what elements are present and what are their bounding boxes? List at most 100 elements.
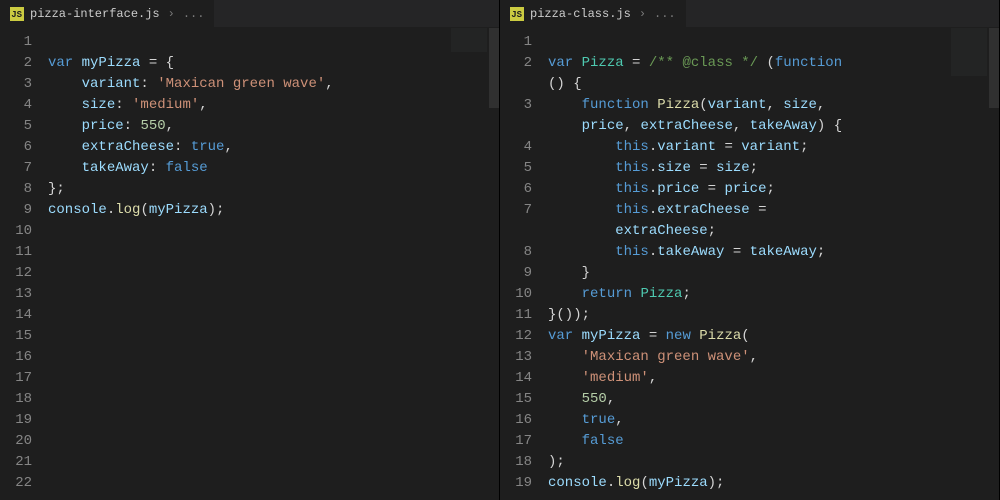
- editor-pane-right: JS pizza-class.js › ... 1234567891011121…: [500, 0, 1000, 500]
- code-line[interactable]: price, extraCheese, takeAway) {: [548, 116, 999, 137]
- code-line[interactable]: [48, 410, 499, 431]
- code-line[interactable]: [48, 284, 499, 305]
- line-number: 7: [0, 158, 32, 179]
- code-editor[interactable]: 12345678910111213141516171819202122 var …: [0, 28, 499, 500]
- line-number: 17: [500, 431, 532, 452]
- line-number: 7: [500, 200, 532, 221]
- minimap[interactable]: [451, 28, 487, 88]
- line-number: 6: [500, 179, 532, 200]
- code-line[interactable]: [48, 431, 499, 452]
- code-line[interactable]: function Pizza(variant, size,: [548, 95, 999, 116]
- code-editor[interactable]: 12345678910111213141516171819 var Pizza …: [500, 28, 999, 500]
- line-number: [500, 116, 532, 137]
- breadcrumb[interactable]: ...: [654, 7, 676, 21]
- line-number: 8: [500, 242, 532, 263]
- tab-filename: pizza-class.js: [530, 7, 631, 21]
- line-number: 2: [500, 53, 532, 74]
- code-line[interactable]: [48, 452, 499, 473]
- code-line[interactable]: true,: [548, 410, 999, 431]
- code-line[interactable]: }: [548, 263, 999, 284]
- line-number: [500, 221, 532, 242]
- code-line[interactable]: console.log(myPizza);: [48, 200, 499, 221]
- code-line[interactable]: extraCheese: true,: [48, 137, 499, 158]
- vertical-scrollbar[interactable]: [489, 28, 499, 108]
- code-line[interactable]: [48, 473, 499, 494]
- code-line[interactable]: [48, 389, 499, 410]
- code-line[interactable]: false: [548, 431, 999, 452]
- line-number: 18: [500, 452, 532, 473]
- code-line[interactable]: this.variant = variant;: [548, 137, 999, 158]
- line-number: 3: [500, 95, 532, 116]
- code-line[interactable]: size: 'medium',: [48, 95, 499, 116]
- tab-pizza-interface[interactable]: JS pizza-interface.js › ...: [0, 0, 214, 27]
- code-line[interactable]: this.size = size;: [548, 158, 999, 179]
- line-number: 13: [500, 347, 532, 368]
- line-number: 15: [0, 326, 32, 347]
- code-line[interactable]: console.log(myPizza);: [548, 473, 999, 494]
- code-line[interactable]: var myPizza = {: [48, 53, 499, 74]
- code-line[interactable]: 'medium',: [548, 368, 999, 389]
- code-line[interactable]: return Pizza;: [548, 284, 999, 305]
- code-line[interactable]: variant: 'Maxican green wave',: [48, 74, 499, 95]
- code-line[interactable]: extraCheese;: [548, 221, 999, 242]
- line-number-gutter: 12345678910111213141516171819202122: [0, 28, 48, 500]
- code-line[interactable]: [48, 221, 499, 242]
- code-line[interactable]: takeAway: false: [48, 158, 499, 179]
- line-number: 11: [0, 242, 32, 263]
- line-number: 8: [0, 179, 32, 200]
- javascript-file-icon: JS: [510, 7, 524, 21]
- code-line[interactable]: );: [548, 452, 999, 473]
- code-line[interactable]: this.takeAway = takeAway;: [548, 242, 999, 263]
- line-number: 11: [500, 305, 532, 326]
- line-number: 22: [0, 473, 32, 494]
- code-line[interactable]: price: 550,: [48, 116, 499, 137]
- code-line[interactable]: () {: [548, 74, 999, 95]
- breadcrumb-separator: ›: [168, 7, 175, 21]
- code-line[interactable]: 'Maxican green wave',: [548, 347, 999, 368]
- code-content[interactable]: var myPizza = { variant: 'Maxican green …: [48, 28, 499, 500]
- code-line[interactable]: var Pizza = /** @class */ (function: [548, 53, 999, 74]
- line-number: 12: [0, 263, 32, 284]
- line-number: 15: [500, 389, 532, 410]
- line-number: 1: [0, 32, 32, 53]
- line-number: 3: [0, 74, 32, 95]
- code-line[interactable]: [48, 263, 499, 284]
- code-line[interactable]: };: [48, 179, 499, 200]
- line-number: 4: [0, 95, 32, 116]
- code-line[interactable]: this.extraCheese =: [548, 200, 999, 221]
- code-line[interactable]: [548, 32, 999, 53]
- code-line[interactable]: }());: [548, 305, 999, 326]
- editor-pane-left: JS pizza-interface.js › ... 123456789101…: [0, 0, 500, 500]
- code-line[interactable]: var myPizza = new Pizza(: [548, 326, 999, 347]
- line-number: 14: [500, 368, 532, 389]
- code-line[interactable]: [48, 32, 499, 53]
- line-number: 16: [0, 347, 32, 368]
- line-number: 2: [0, 53, 32, 74]
- line-number: 5: [500, 158, 532, 179]
- tab-pizza-class[interactable]: JS pizza-class.js › ...: [500, 0, 686, 27]
- line-number: 16: [500, 410, 532, 431]
- tab-bar: JS pizza-interface.js › ...: [0, 0, 499, 28]
- line-number: 9: [0, 200, 32, 221]
- line-number: 12: [500, 326, 532, 347]
- javascript-file-icon: JS: [10, 7, 24, 21]
- code-line[interactable]: 550,: [548, 389, 999, 410]
- line-number: 19: [500, 473, 532, 494]
- code-line[interactable]: [48, 305, 499, 326]
- breadcrumb[interactable]: ...: [183, 7, 205, 21]
- vertical-scrollbar[interactable]: [989, 28, 999, 108]
- line-number: 10: [0, 221, 32, 242]
- code-line[interactable]: [48, 347, 499, 368]
- breadcrumb-separator: ›: [639, 7, 646, 21]
- line-number: [500, 74, 532, 95]
- line-number: 13: [0, 284, 32, 305]
- code-line[interactable]: [48, 368, 499, 389]
- tab-bar: JS pizza-class.js › ...: [500, 0, 999, 28]
- code-content[interactable]: var Pizza = /** @class */ (function () {…: [548, 28, 999, 500]
- line-number: 1: [500, 32, 532, 53]
- minimap[interactable]: [951, 28, 987, 148]
- code-line[interactable]: [48, 242, 499, 263]
- code-line[interactable]: this.price = price;: [548, 179, 999, 200]
- code-line[interactable]: [48, 326, 499, 347]
- line-number: 18: [0, 389, 32, 410]
